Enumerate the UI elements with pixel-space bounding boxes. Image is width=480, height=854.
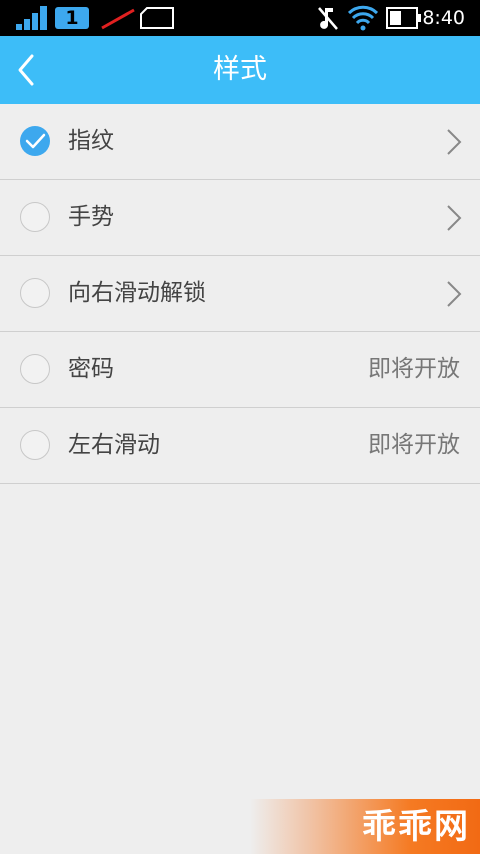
wifi-icon bbox=[348, 5, 378, 31]
chevron-right-icon bbox=[447, 129, 462, 155]
radio-unchecked[interactable] bbox=[20, 278, 50, 308]
signal-strength-icon bbox=[16, 6, 47, 30]
watermark-text: 乖乖网 bbox=[362, 807, 470, 847]
battery-icon bbox=[386, 7, 421, 29]
option-gesture[interactable]: 手势 bbox=[0, 180, 480, 256]
title-bar: 样式 bbox=[0, 36, 480, 104]
radio-checked[interactable] bbox=[20, 126, 50, 156]
status-bar: 1 8:40 bbox=[0, 0, 480, 36]
watermark-logo: 乖乖网 bbox=[250, 799, 480, 854]
style-options-list: 指纹 手势 向右滑动解锁 密码 即将开放 左右滑动 即将开放 bbox=[0, 104, 480, 484]
option-swipe-right-unlock[interactable]: 向右滑动解锁 bbox=[0, 256, 480, 332]
no-signal-icon bbox=[101, 8, 135, 30]
sim-card-icon: 1 bbox=[55, 7, 89, 29]
sim-label: 1 bbox=[65, 7, 79, 29]
radio-unchecked[interactable] bbox=[20, 430, 50, 460]
option-label: 左右滑动 bbox=[68, 432, 160, 458]
chevron-right-icon bbox=[447, 205, 462, 231]
coming-soon-label: 即将开放 bbox=[368, 432, 460, 458]
option-fingerprint[interactable]: 指纹 bbox=[0, 104, 480, 180]
radio-unchecked[interactable] bbox=[20, 202, 50, 232]
chevron-right-icon bbox=[447, 281, 462, 307]
check-icon bbox=[25, 133, 46, 149]
option-label: 密码 bbox=[68, 356, 114, 382]
option-label: 向右滑动解锁 bbox=[68, 280, 206, 306]
option-password[interactable]: 密码 即将开放 bbox=[0, 332, 480, 408]
option-label: 手势 bbox=[68, 204, 114, 230]
option-swipe-left-right[interactable]: 左右滑动 即将开放 bbox=[0, 408, 480, 484]
radio-unchecked[interactable] bbox=[20, 354, 50, 384]
mute-icon bbox=[318, 7, 338, 30]
sd-card-icon bbox=[140, 7, 174, 29]
option-label: 指纹 bbox=[68, 128, 114, 154]
clock: 8:40 bbox=[422, 7, 465, 29]
coming-soon-label: 即将开放 bbox=[368, 356, 460, 382]
page-title: 样式 bbox=[213, 54, 267, 85]
